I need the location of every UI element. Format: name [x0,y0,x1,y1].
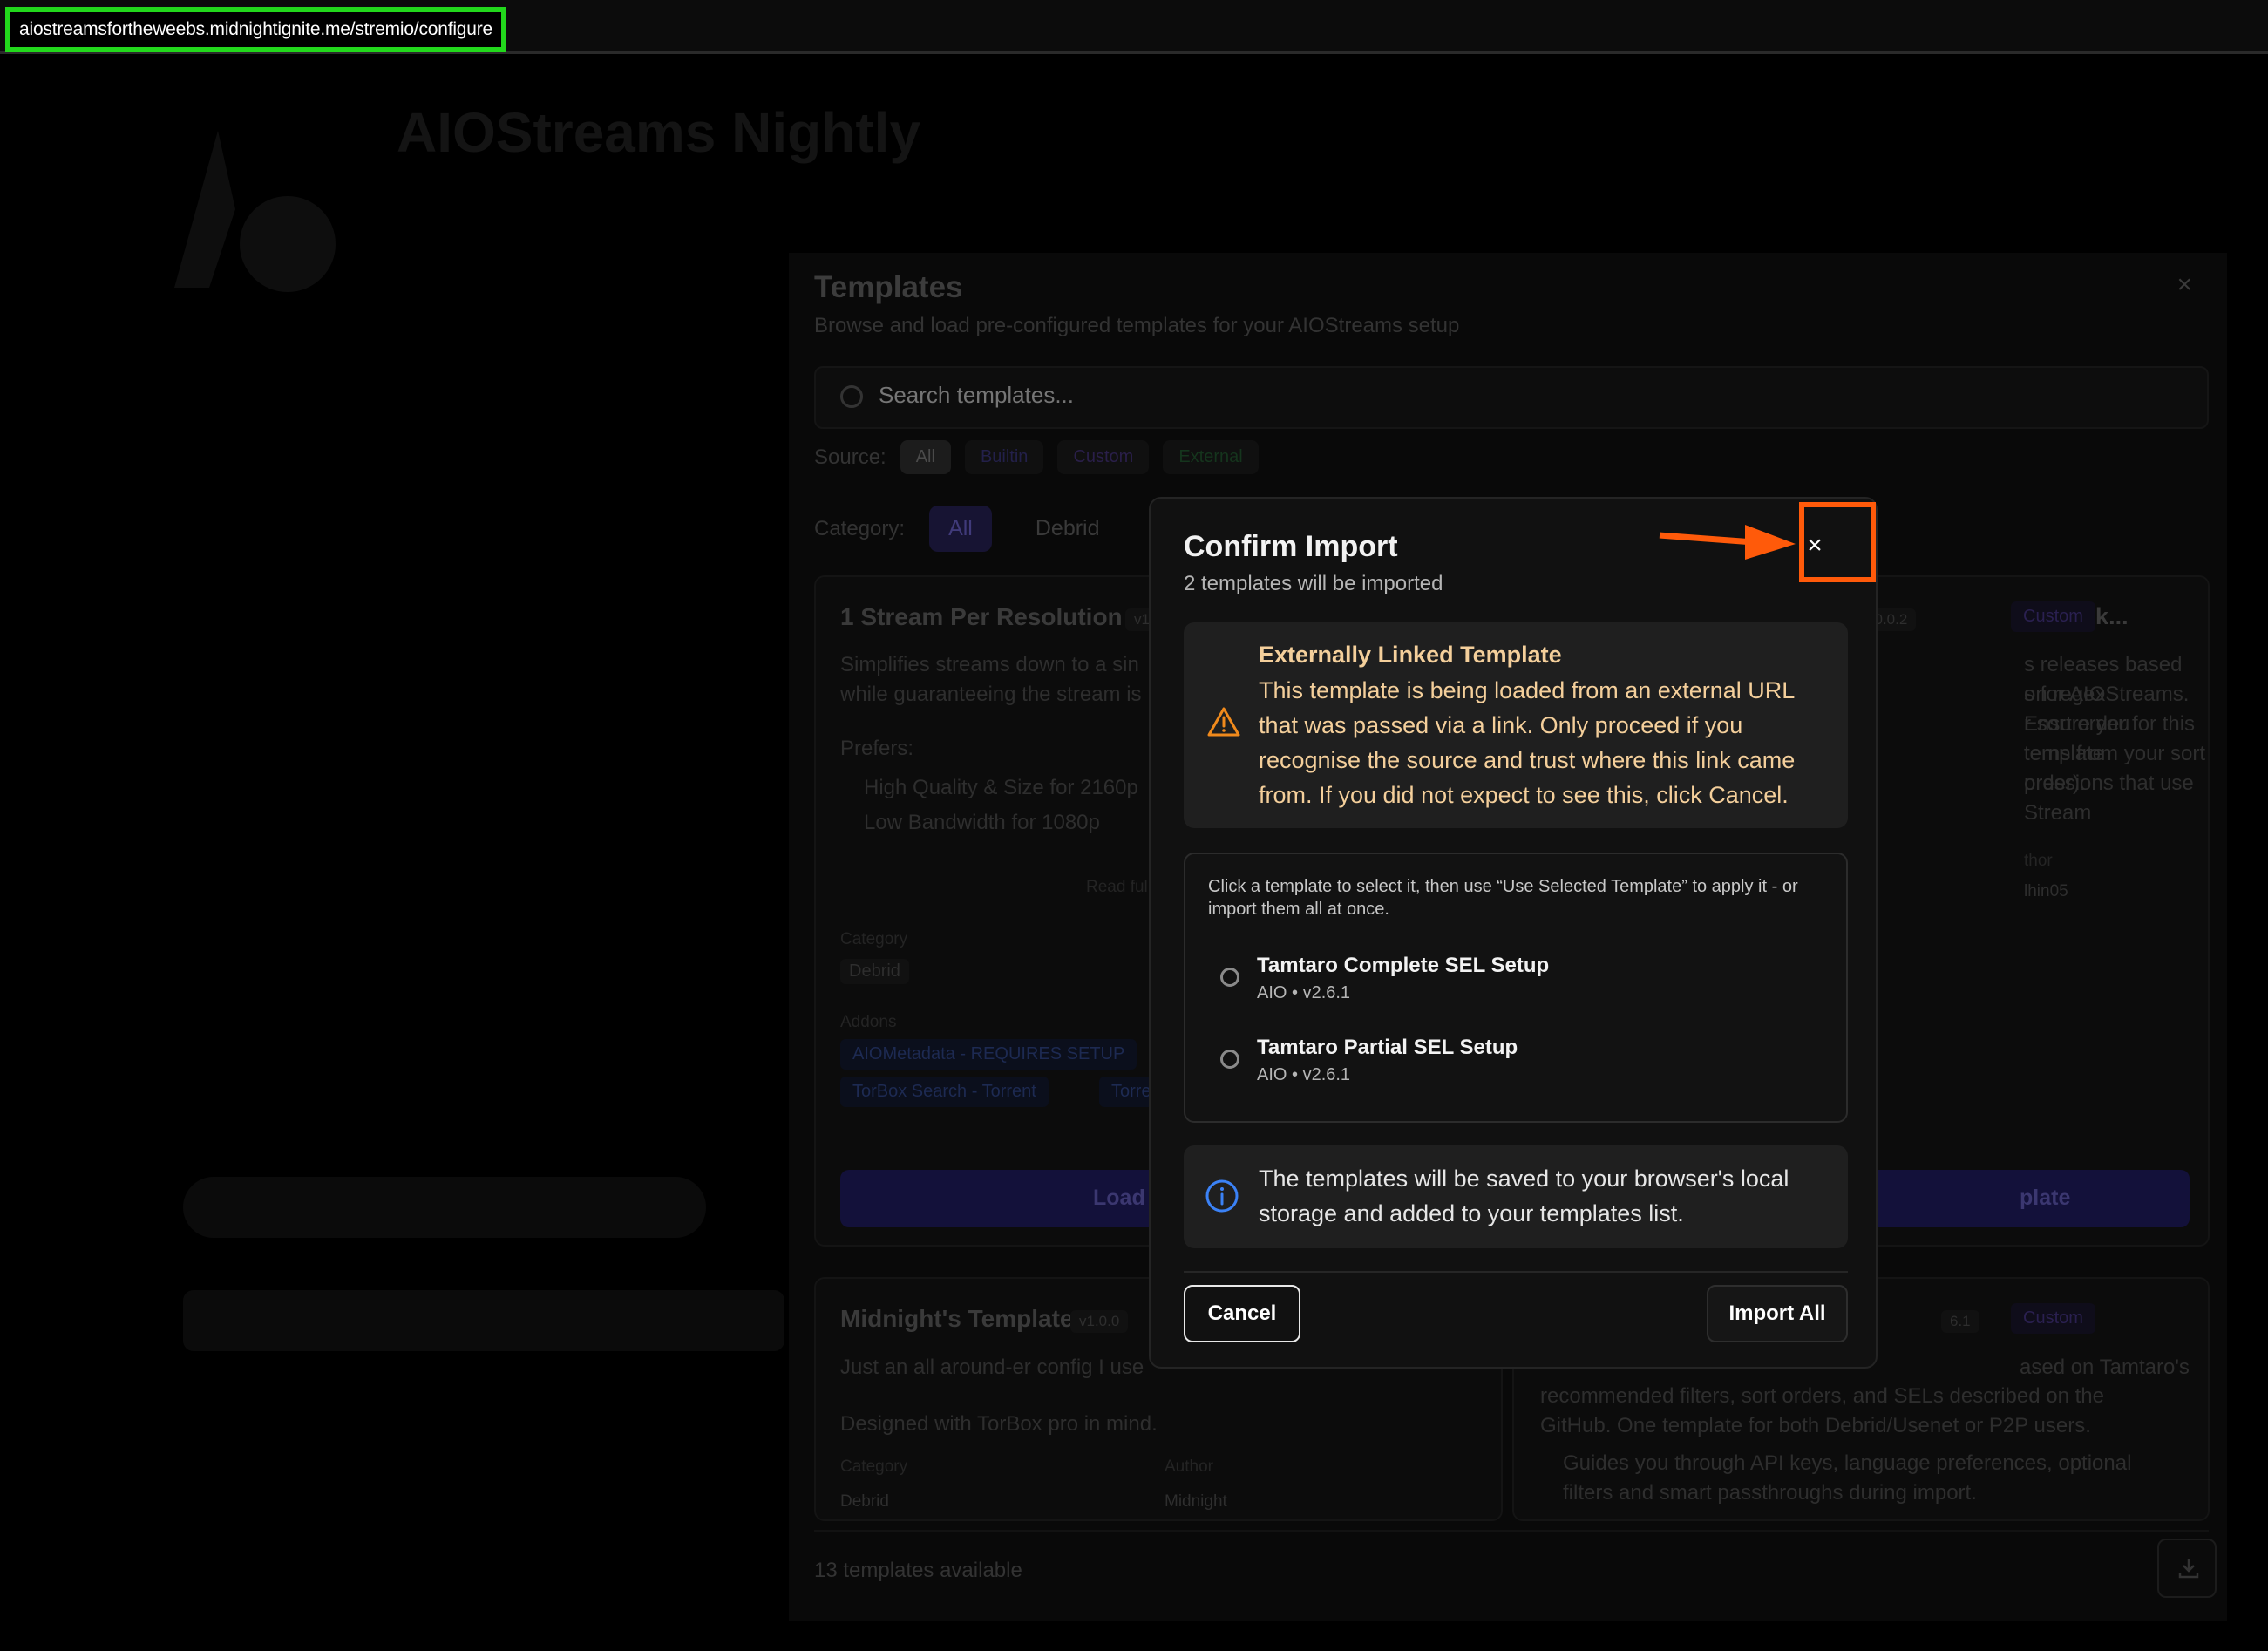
template-option[interactable]: Tamtaro Complete SEL Setup AIO • v2.6.1 [1203,947,1830,1011]
card-bullet: High Quality & Size for 2160p [864,776,1138,799]
radio-button[interactable] [1220,1050,1239,1069]
card-author-value: Midnight [1165,1492,1227,1511]
card-bullet: Guides you through API keys, language pr… [1563,1451,2132,1475]
source-chip-all[interactable]: All [900,440,951,474]
close-button-annotation [1799,502,1876,582]
template-option-name: Tamtaro Partial SEL Setup [1257,1036,1518,1059]
card-prefers-label: Prefers: [840,737,914,760]
template-option-name: Tamtaro Complete SEL Setup [1257,954,1550,977]
external-template-warning: Externally Linked Template This template… [1184,622,1848,828]
info-icon [1205,1179,1239,1213]
warning-icon [1207,707,1240,737]
category-label: Category: [814,516,906,540]
templates-description: Browse and load pre-configured templates… [814,314,1460,337]
card-description: recommended filters, sort orders, and SE… [1540,1384,2104,1408]
templates-title: Templates [814,270,963,304]
background-field [183,1290,784,1351]
url-annotation-highlight[interactable]: aiostreamsfortheweebs.midnightignite.me/… [5,7,507,52]
source-chip-external[interactable]: External [1163,440,1259,474]
card-author-value: lhin05 [2024,882,2068,900]
import-all-button[interactable]: Import All [1707,1285,1848,1342]
search-icon [840,385,863,408]
card-category-value: Debrid [840,959,909,984]
card-description: pressions that use Stream [2024,771,2194,825]
warning-body: This template is being loaded from an ex… [1259,677,1796,808]
source-chip-custom[interactable]: Custom [1057,440,1150,474]
annotation-arrow-icon [1659,525,1796,560]
card-source-tag: Custom [2011,1303,2095,1334]
templates-search[interactable] [814,366,2209,429]
dialog-subtitle: 2 templates will be imported [1184,572,1443,595]
source-label: Source: [814,445,886,469]
template-selection-list: Click a template to select it, then use … [1184,853,1848,1123]
download-icon [2178,1559,2199,1579]
load-button-label: plate [2020,1186,2071,1210]
storage-info-note: The templates will be saved to your brow… [1184,1145,1848,1248]
template-option[interactable]: Tamtaro Partial SEL Setup AIO • v2.6.1 [1203,1029,1830,1093]
cancel-button[interactable]: Cancel [1184,1285,1300,1342]
footer-divider [814,1530,2209,1532]
category-chip-debrid[interactable]: Debrid [1016,506,1119,552]
addon-chip: AIOMetadata - REQUIRES SETUP [840,1039,1137,1070]
templates-count: 13 templates available [814,1559,1022,1582]
info-text: The templates will be saved to your brow… [1259,1165,1789,1226]
browser-url-bar: aiostreamsfortheweebs.midnightignite.me/… [0,0,2268,54]
card-description: Just an all around-er config I use [840,1355,1144,1379]
card-author-label: Author [1165,1457,1213,1476]
radio-button[interactable] [1220,968,1239,987]
card-description: while guaranteeing the stream is [840,683,1142,706]
card-title: Midnight's Template [840,1305,1074,1332]
card-category-label: Category [840,930,908,948]
card-source-tag: Custom [2011,601,2095,632]
template-option-meta: AIO • v2.6.1 [1257,1065,1351,1084]
card-version: 6.1 [1941,1310,1979,1333]
load-button-label: Load [1093,1186,1145,1210]
card-description: Simplifies streams down to a sin [840,653,1139,676]
addon-chip: TorBox Search - Torrent [840,1077,1049,1107]
card-description: GitHub. One template for both Debrid/Use… [1540,1414,2091,1437]
source-chip-builtin[interactable]: Builtin [964,440,1044,474]
card-description: ased on Tamtaro's [2020,1355,2190,1379]
background-pill [183,1177,706,1238]
dialog-divider [1184,1271,1848,1273]
templates-close-icon[interactable]: × [2176,270,2192,300]
selection-hint: Click a template to select it, then use … [1208,877,1798,919]
card-addons-label: Addons [840,1013,897,1031]
category-chip-all[interactable]: All [929,506,992,552]
card-version: v1.0.0 [1070,1310,1129,1333]
confirm-import-dialog: Confirm Import 2 templates will be impor… [1149,497,1878,1369]
card-title: 1 Stream Per Resolution [840,603,1123,630]
card-category-label: Category [840,1457,908,1476]
card-description: Designed with TorBox pro in mind. [840,1412,1158,1436]
download-button[interactable] [2157,1539,2217,1598]
card-category-value: Debrid [840,1492,889,1511]
source-filter-row: Source: All Builtin Custom External [814,440,1259,474]
app-logo-icon [174,131,336,292]
warning-title: Externally Linked Template [1259,642,1562,668]
card-bullet: filters and smart passthroughs during im… [1563,1481,1977,1505]
dialog-title: Confirm Import [1184,530,1398,563]
card-author-label: thor [2024,852,2053,870]
search-input[interactable] [879,382,2099,409]
app-title: AIOStreams Nightly [397,101,921,164]
template-option-meta: AIO • v2.6.1 [1257,983,1351,1002]
card-bullet: Low Bandwidth for 1080p [864,811,1100,834]
url-text[interactable]: aiostreamsfortheweebs.midnightignite.me/… [19,19,492,40]
